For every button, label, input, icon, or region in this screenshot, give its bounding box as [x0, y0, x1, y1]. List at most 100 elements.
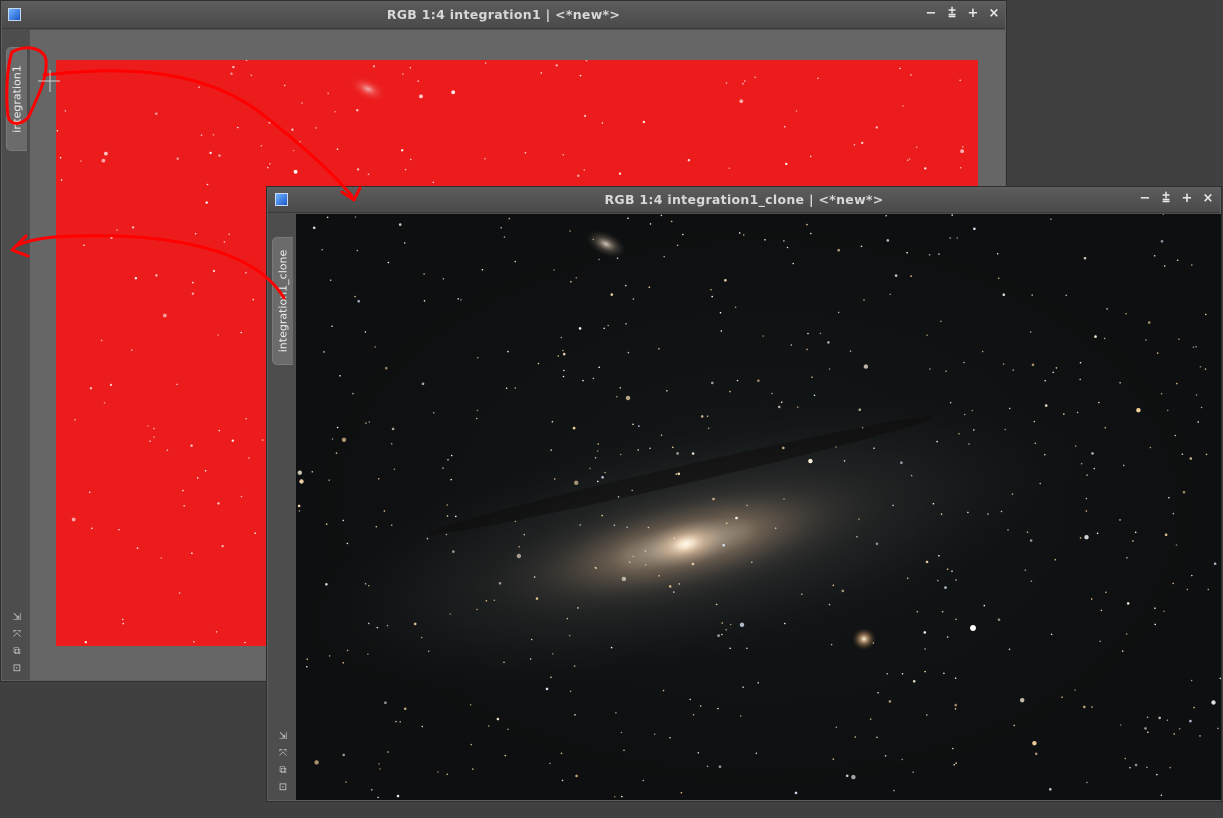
zoom-icon[interactable]: ⤧ [277, 748, 289, 760]
star [782, 446, 785, 450]
star [851, 774, 856, 780]
star [610, 646, 613, 649]
star [423, 300, 426, 302]
title-bar[interactable]: RGB 1:4 integration1 | <*new*> − ⩲ + × [2, 2, 1005, 29]
star [476, 417, 478, 420]
star [774, 527, 777, 529]
star [452, 550, 455, 553]
star [1189, 719, 1192, 723]
star [59, 156, 62, 159]
star [707, 427, 710, 430]
star [131, 226, 135, 229]
star [396, 794, 400, 798]
star [457, 298, 459, 300]
star [938, 555, 940, 557]
star [523, 533, 526, 536]
star [666, 390, 668, 392]
star [1219, 677, 1221, 680]
star [1199, 366, 1202, 368]
star [906, 577, 909, 579]
star [450, 454, 453, 457]
star [245, 60, 248, 61]
star [676, 452, 679, 455]
star [610, 293, 614, 296]
copy-icon[interactable]: ⧉ [11, 646, 23, 658]
close-icon[interactable]: × [1200, 191, 1216, 207]
star [155, 274, 158, 277]
star [551, 420, 554, 423]
shade-icon[interactable]: ⩲ [944, 6, 960, 22]
star [1080, 462, 1083, 465]
zoom-icon[interactable]: ⤧ [11, 629, 23, 641]
star [496, 717, 500, 721]
fit-icon[interactable]: ⇲ [11, 612, 23, 624]
minimize-icon[interactable]: − [1137, 191, 1153, 207]
star [946, 636, 949, 638]
image-window-integration1-clone[interactable]: RGB 1:4 integration1_clone | <*new*> − ⩲… [267, 187, 1221, 801]
star [312, 226, 316, 230]
star [549, 762, 551, 765]
minimize-icon[interactable]: − [923, 6, 939, 22]
star [186, 243, 189, 245]
star [632, 298, 635, 300]
copy-icon[interactable]: ⧉ [277, 765, 289, 777]
close-icon[interactable]: × [986, 6, 1002, 22]
star [1096, 532, 1099, 535]
star [813, 394, 816, 397]
star [971, 409, 974, 412]
star [1063, 413, 1065, 415]
star [423, 273, 425, 275]
star [110, 236, 113, 239]
star [103, 402, 106, 404]
star [341, 437, 347, 442]
star [783, 125, 786, 128]
view-tab-integration1[interactable]: integration1 [6, 47, 27, 151]
star [56, 130, 59, 132]
frame-icon[interactable]: ⊡ [11, 663, 23, 675]
star [327, 92, 330, 95]
star [959, 79, 961, 82]
galaxy-image[interactable] [296, 214, 1221, 800]
star [1055, 367, 1058, 369]
star [64, 110, 67, 112]
star [562, 352, 566, 356]
star [680, 791, 683, 794]
star [583, 114, 587, 118]
title-bar[interactable]: RGB 1:4 integration1_clone | <*new*> − ⩲… [268, 188, 1220, 213]
star [945, 370, 947, 372]
image-viewport[interactable] [296, 214, 1221, 800]
star [395, 720, 397, 723]
star [1147, 321, 1151, 324]
star [668, 585, 672, 588]
star [637, 449, 639, 451]
star [342, 662, 345, 664]
star [594, 457, 597, 459]
star [1074, 689, 1076, 691]
star [786, 246, 789, 249]
star [729, 623, 732, 626]
star [245, 417, 247, 420]
star [1034, 752, 1038, 756]
star [886, 239, 890, 242]
star [1044, 453, 1046, 456]
shade-icon[interactable]: ⩲ [1158, 191, 1174, 207]
star [293, 169, 298, 174]
fit-icon[interactable]: ⇲ [277, 731, 289, 743]
star [194, 232, 197, 235]
star [726, 522, 728, 524]
view-tab-integration1-clone[interactable]: integration1_clone [272, 237, 293, 365]
star [325, 583, 328, 586]
star [342, 519, 345, 522]
star [1030, 580, 1033, 582]
star [533, 576, 536, 578]
frame-icon[interactable]: ⊡ [277, 782, 289, 794]
star [953, 763, 956, 766]
star [254, 532, 256, 534]
star [374, 346, 376, 348]
star [384, 701, 387, 704]
star [644, 564, 647, 566]
maximize-icon[interactable]: + [1179, 191, 1195, 207]
star [792, 262, 794, 265]
maximize-icon[interactable]: + [965, 6, 981, 22]
star [662, 689, 665, 692]
